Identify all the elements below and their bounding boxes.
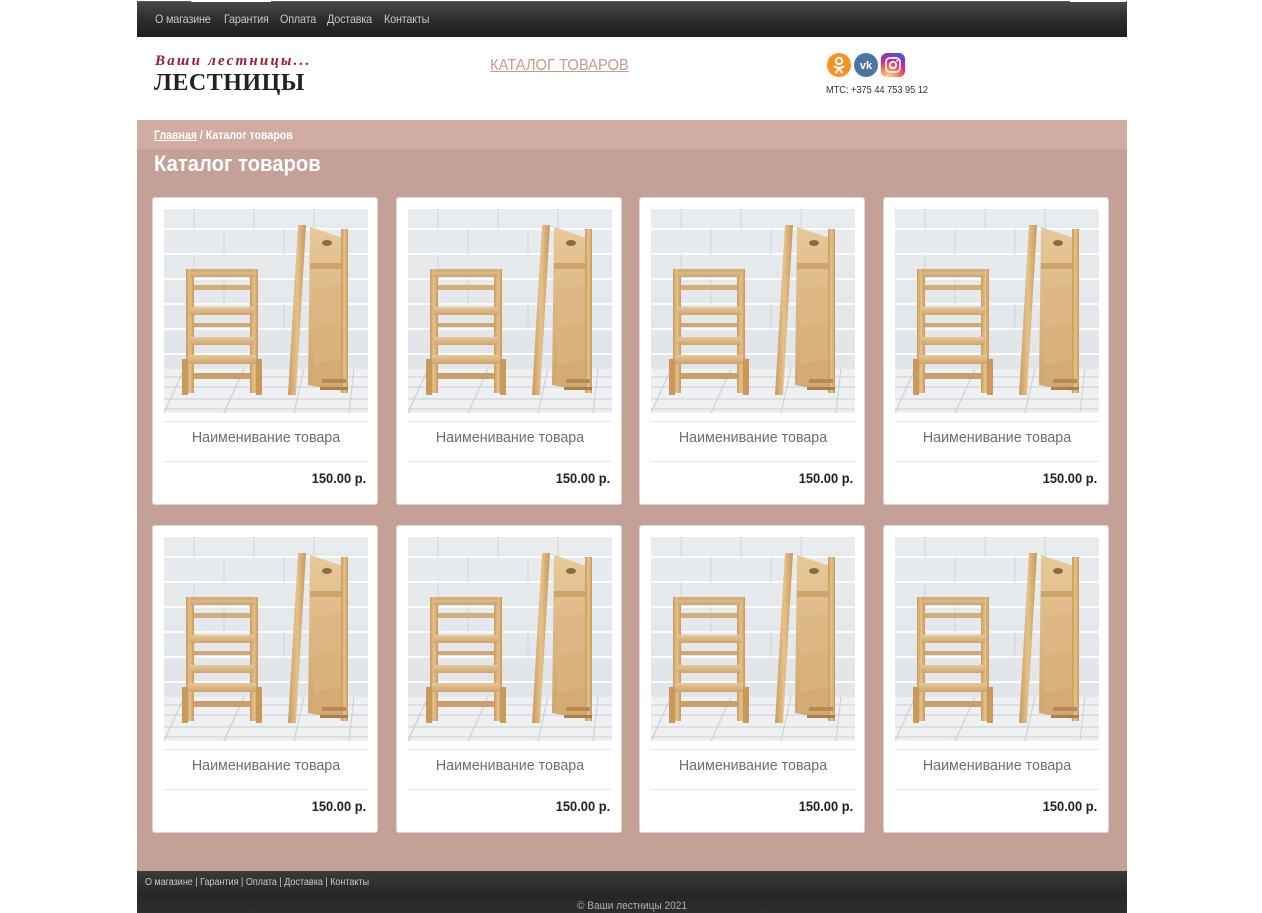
site-header: Ваши лестницы... ЛЕСТНИЦЫ КАТАЛОГ ТОВАРО… xyxy=(137,37,1127,120)
nav-item-contacts[interactable]: Контакты xyxy=(384,12,429,26)
card-divider xyxy=(651,461,855,462)
odnoklassniki-icon[interactable] xyxy=(827,53,851,77)
vk-icon[interactable]: vk xyxy=(854,53,878,77)
card-divider xyxy=(408,421,612,422)
product-name[interactable]: Наименивание товара xyxy=(890,429,1105,446)
top-nav-menu: О магазине Гарантия Оплата Доставка Конт… xyxy=(155,1,430,37)
product-name[interactable]: Наименивание товара xyxy=(403,757,618,774)
card-divider xyxy=(408,789,612,790)
site-footer: О магазине | Гарантия | Оплата | Доставк… xyxy=(137,871,1127,913)
product-image[interactable] xyxy=(408,209,612,413)
footer-link-payment[interactable]: Оплата xyxy=(246,877,277,888)
nav-item-warranty[interactable]: Гарантия xyxy=(224,12,269,26)
card-divider xyxy=(164,461,368,462)
social-links: vk xyxy=(827,53,905,77)
footer-link-about[interactable]: О магазине xyxy=(145,877,193,888)
product-image[interactable] xyxy=(895,209,1099,413)
footer-separator: | xyxy=(238,877,246,888)
breadcrumb-home-link[interactable]: Главная xyxy=(154,128,197,142)
product-image[interactable] xyxy=(651,209,855,413)
card-divider xyxy=(651,789,855,790)
card-divider xyxy=(408,749,612,750)
product-name[interactable]: Наименивание товара xyxy=(159,757,374,774)
logo-title[interactable]: ЛЕСТНИЦЫ xyxy=(154,70,305,97)
footer-link-delivery[interactable]: Доставка xyxy=(284,877,323,888)
top-nav: О магазине Гарантия Оплата Доставка Конт… xyxy=(137,0,1127,37)
product-price: 150.00 р. xyxy=(1042,470,1097,486)
nav-item-payment[interactable]: Оплата xyxy=(280,12,316,26)
product-name[interactable]: Наименивание товара xyxy=(159,429,374,446)
page-title: Каталог товаров xyxy=(154,151,321,176)
product-price: 150.00 р. xyxy=(311,470,366,486)
card-divider xyxy=(895,749,1099,750)
product-card[interactable]: Наименивание товара 150.00 р. xyxy=(396,197,622,505)
product-price: 150.00 р. xyxy=(311,798,366,814)
card-divider xyxy=(895,461,1099,462)
breadcrumb: Главная / Каталог товаров xyxy=(154,128,293,142)
copyright: © Ваши лестницы 2021 xyxy=(576,900,688,912)
footer-nav: О магазине | Гарантия | Оплата | Доставк… xyxy=(145,877,369,888)
product-card[interactable]: Наименивание товара 150.00 р. xyxy=(639,525,865,833)
product-card[interactable]: Наименивание товара 150.00 р. xyxy=(152,525,378,833)
card-divider xyxy=(164,789,368,790)
product-card[interactable]: Наименивание товара 150.00 р. xyxy=(152,197,378,505)
product-price: 150.00 р. xyxy=(798,470,853,486)
footer-separator: | xyxy=(276,877,285,888)
footer-separator: | xyxy=(322,877,331,888)
card-divider xyxy=(895,789,1099,790)
product-card[interactable]: Наименивание товара 150.00 р. xyxy=(883,525,1109,833)
breadcrumb-separator: / xyxy=(196,128,206,142)
card-divider xyxy=(895,421,1099,422)
product-image[interactable] xyxy=(408,537,612,741)
card-divider xyxy=(408,461,612,462)
card-divider xyxy=(651,421,855,422)
footer-link-contacts[interactable]: Контакты xyxy=(330,877,369,888)
card-divider xyxy=(164,749,368,750)
product-price: 150.00 р. xyxy=(798,798,853,814)
nav-item-about[interactable]: О магазине xyxy=(155,12,211,26)
instagram-icon[interactable] xyxy=(881,53,905,77)
product-image[interactable] xyxy=(164,209,368,413)
product-price: 150.00 р. xyxy=(555,470,610,486)
product-card[interactable]: Наименивание товара 150.00 р. xyxy=(883,197,1109,505)
product-image[interactable] xyxy=(651,537,855,741)
breadcrumb-bar: Главная / Каталог товаров xyxy=(137,120,1127,149)
logo-tagline[interactable]: Ваши лестницы... xyxy=(155,53,311,70)
card-divider xyxy=(651,749,855,750)
product-name[interactable]: Наименивание товара xyxy=(646,429,861,446)
footer-link-warranty[interactable]: Гарантия xyxy=(200,877,238,888)
nav-notch-right xyxy=(1070,0,1126,2)
product-price: 150.00 р. xyxy=(555,798,610,814)
page-wrapper: О магазине Гарантия Оплата Доставка Конт… xyxy=(137,0,1127,913)
card-divider xyxy=(164,421,368,422)
product-image[interactable] xyxy=(895,537,1099,741)
product-name[interactable]: Наименивание товара xyxy=(646,757,861,774)
product-name[interactable]: Наименивание товара xyxy=(403,429,618,446)
product-name[interactable]: Наименивание товара xyxy=(890,757,1105,774)
product-card[interactable]: Наименивание товара 150.00 р. xyxy=(396,525,622,833)
nav-item-delivery[interactable]: Доставка xyxy=(327,12,372,26)
svg-text:vk: vk xyxy=(860,60,873,72)
product-card[interactable]: Наименивание товара 150.00 р. xyxy=(639,197,865,505)
main-content: Главная / Каталог товаров Каталог товаро… xyxy=(137,120,1127,871)
phone-number: МТС: +375 44 753 95 12 xyxy=(826,85,929,96)
breadcrumb-current: Каталог товаров xyxy=(205,128,293,142)
catalog-link[interactable]: КАТАЛОГ ТОВАРОВ xyxy=(490,57,629,75)
product-image[interactable] xyxy=(164,537,368,741)
product-price: 150.00 р. xyxy=(1042,798,1097,814)
